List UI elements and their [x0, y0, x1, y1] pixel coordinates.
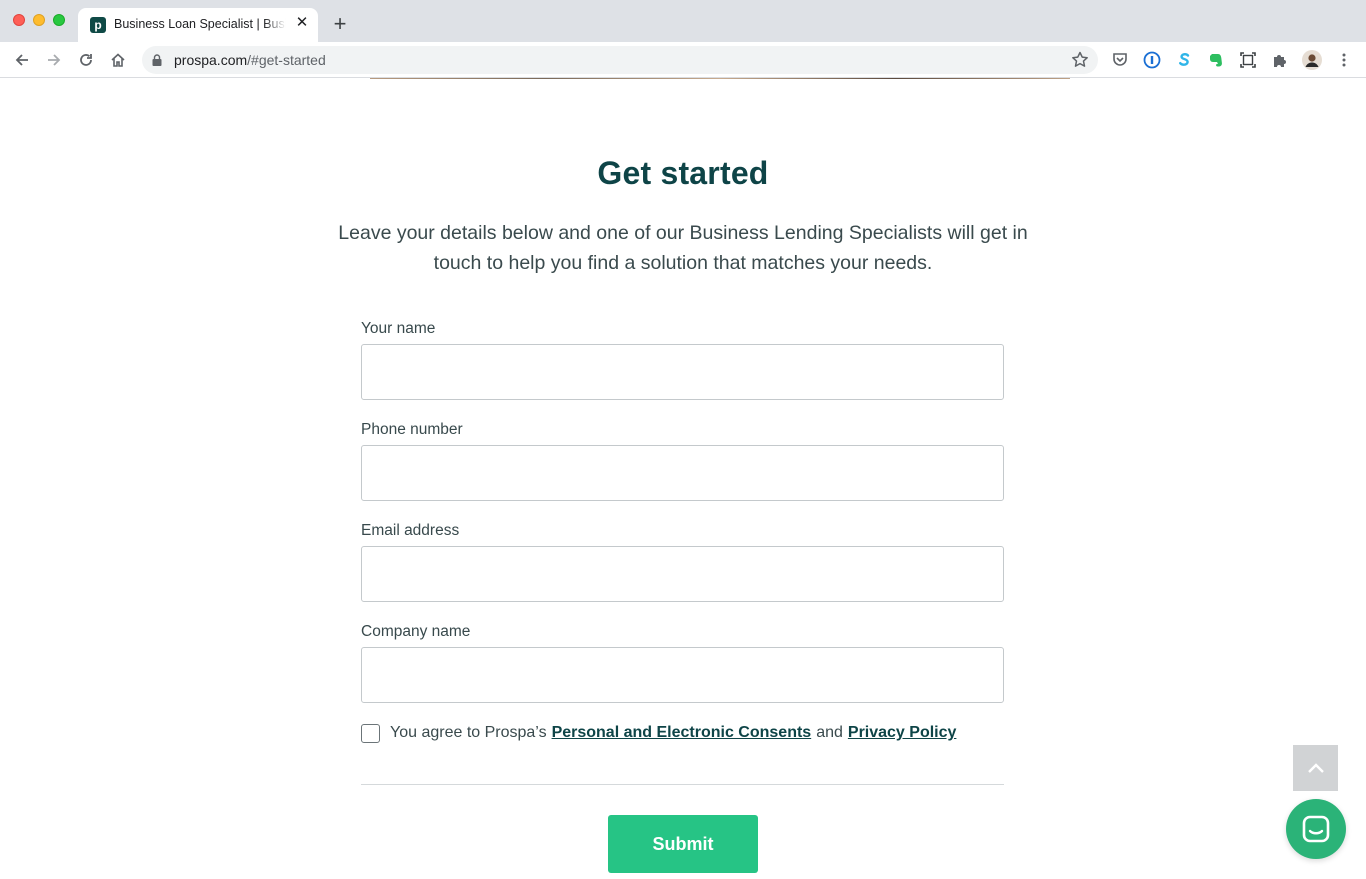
maximize-window-button[interactable]	[53, 14, 65, 26]
password-manager-extension-icon[interactable]	[1140, 48, 1164, 72]
url-text: prospa.com/#get-started	[174, 52, 326, 68]
browser-tab-bar: p Business Loan Specialist | Business Lo…	[0, 0, 1366, 42]
close-tab-icon[interactable]: ✕	[294, 15, 310, 31]
reload-icon[interactable]	[74, 48, 98, 72]
close-window-button[interactable]	[13, 14, 25, 26]
browser-tab-active[interactable]: p Business Loan Specialist | Business Lo…	[78, 8, 318, 42]
chat-launcher-button[interactable]	[1286, 799, 1346, 859]
consent-row: You agree to Prospa’s Personal and Elect…	[361, 722, 956, 744]
s-extension-icon[interactable]	[1172, 48, 1196, 72]
star-icon[interactable]	[1070, 50, 1090, 70]
email-address-label: Email address	[361, 522, 460, 539]
page-title: Get started	[597, 155, 769, 191]
minimize-window-button[interactable]	[33, 14, 45, 26]
arrow-right-icon[interactable]	[42, 48, 66, 72]
email-address-input[interactable]	[361, 546, 1004, 602]
phone-number-label: Phone number	[361, 421, 463, 438]
puzzle-extensions-icon[interactable]	[1268, 48, 1292, 72]
consents-link[interactable]: Personal and Electronic Consents	[552, 724, 812, 742]
evernote-extension-icon[interactable]	[1204, 48, 1228, 72]
screenshot-extension-icon[interactable]	[1236, 48, 1260, 72]
phone-number-input[interactable]	[361, 445, 1004, 501]
company-name-input[interactable]	[361, 647, 1004, 703]
lock-icon	[152, 54, 162, 66]
chat-icon	[1302, 815, 1330, 843]
company-name-label: Company name	[361, 623, 471, 640]
pocket-extension-icon[interactable]	[1108, 48, 1132, 72]
submit-button[interactable]: Submit	[608, 815, 758, 873]
consent-and: and	[816, 724, 843, 741]
consent-checkbox[interactable]	[361, 723, 380, 743]
form-divider	[361, 784, 1004, 785]
get-started-section: Get started Leave your details below and…	[0, 79, 1366, 879]
browser-toolbar: prospa.com/#get-started	[0, 42, 1366, 78]
consent-prefix: You agree to Prospa’s	[390, 724, 547, 741]
url-host: prospa.com	[174, 52, 248, 68]
your-name-label: Your name	[361, 320, 436, 337]
your-name-input[interactable]	[361, 344, 1004, 400]
prospa-favicon-icon: p	[90, 17, 106, 33]
url-path: /#get-started	[247, 52, 326, 68]
profile-avatar[interactable]	[1300, 48, 1324, 72]
address-bar[interactable]: prospa.com/#get-started	[142, 46, 1098, 74]
home-icon[interactable]	[106, 48, 130, 72]
chevron-up-icon	[1307, 763, 1324, 773]
scroll-to-top-button[interactable]	[1293, 745, 1338, 791]
arrow-left-icon[interactable]	[10, 48, 34, 72]
more-vert-icon[interactable]	[1332, 48, 1356, 72]
intro-text: Leave your details below and one of our …	[338, 222, 1028, 274]
privacy-policy-link[interactable]: Privacy Policy	[848, 724, 957, 742]
new-tab-button[interactable]: +	[328, 12, 352, 36]
tab-title: Business Loan Specialist | Business Loan…	[114, 17, 286, 31]
